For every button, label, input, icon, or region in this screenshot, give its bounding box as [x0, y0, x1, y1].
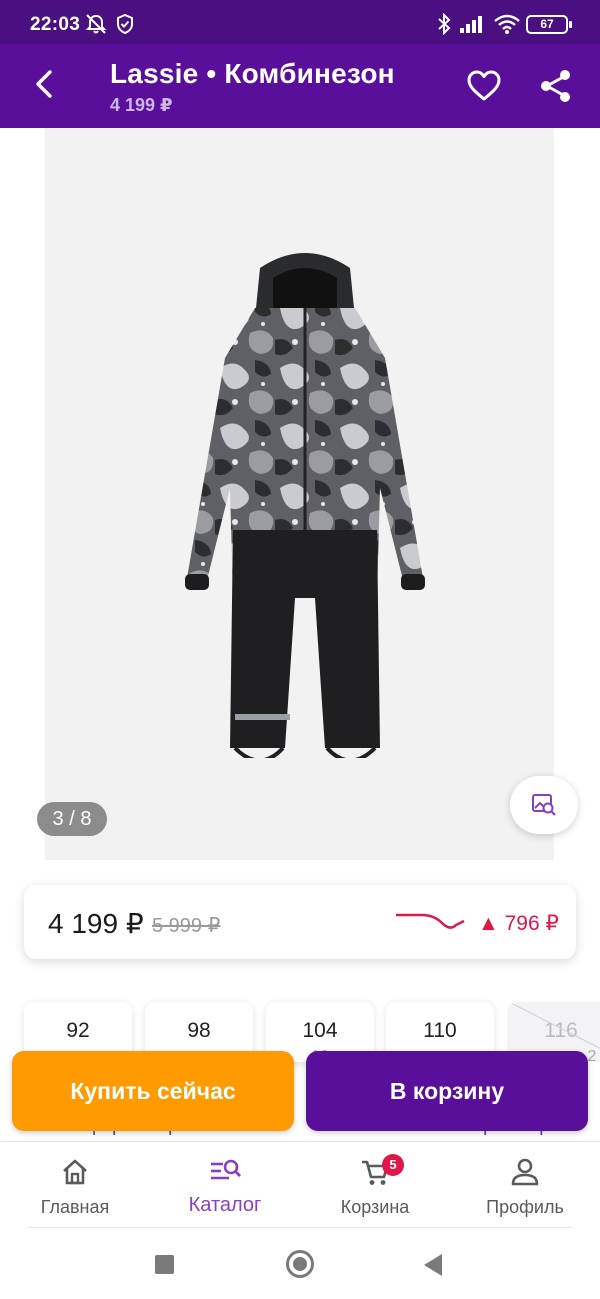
signal-icon: [460, 16, 482, 33]
size-label: 98: [187, 1019, 211, 1042]
status-bar: 22:03 67: [0, 0, 600, 44]
bluetooth-icon: [438, 13, 451, 35]
shield-icon: [117, 13, 133, 35]
nav-item-label: Главная: [40, 1197, 110, 1217]
product-image-gallery[interactable]: 3 / 8: [37, 128, 578, 860]
price-change: ▲ 796 ₽: [478, 912, 559, 935]
profile-icon: [511, 1158, 539, 1186]
nav-item-label: Каталог: [188, 1194, 262, 1216]
mute-icon: [85, 14, 107, 34]
page-title: Lassie • Комбинезон: [110, 58, 395, 89]
product-image-snowsuit: [185, 253, 425, 758]
old-price: 5 999 ₽: [152, 915, 221, 937]
current-price: 4 199 ₽: [48, 908, 144, 939]
nav-item-label: Профиль: [486, 1197, 564, 1217]
share-icon[interactable]: [536, 66, 576, 106]
heart-icon[interactable]: [464, 66, 504, 106]
visual-search-button[interactable]: [510, 776, 578, 834]
price-card[interactable]: 4 199 ₽ 5 999 ₽ ▲ 796 ₽: [24, 885, 576, 959]
image-counter: 3 / 8: [37, 802, 107, 836]
home-icon: [63, 1159, 87, 1185]
nav-item-profile[interactable]: Профиль: [450, 1142, 600, 1230]
price-trend-icon: [396, 913, 465, 929]
add-to-cart-button[interactable]: В корзину: [306, 1051, 588, 1131]
buy-now-button[interactable]: Купить сейчас: [12, 1051, 294, 1131]
nav-item-catalog[interactable]: Каталог: [150, 1142, 300, 1230]
catalog-search-icon: [211, 1159, 241, 1180]
wifi-icon: [494, 14, 520, 34]
nav-item-label: Корзина: [340, 1197, 410, 1217]
status-time: 22:03: [30, 14, 81, 35]
page-subtitle-price: 4 199 ₽: [110, 95, 173, 115]
back-arrow-icon[interactable]: [26, 64, 66, 104]
image-search-icon: [532, 794, 556, 816]
size-label: 92: [66, 1019, 90, 1042]
size-label: 104: [302, 1019, 338, 1042]
home-button-icon[interactable]: [286, 1250, 314, 1278]
divider: [28, 1227, 572, 1228]
size-label: 110: [423, 1019, 457, 1042]
system-navigation-bar: [0, 1229, 600, 1299]
cart-count-badge: 5: [382, 1154, 404, 1176]
nav-item-cart[interactable]: 5 Корзина: [300, 1142, 450, 1230]
system-back-icon[interactable]: [424, 1254, 442, 1276]
app-bar: Lassie • Комбинезон 4 199 ₽: [0, 44, 600, 128]
nav-item-home[interactable]: Главная: [0, 1142, 150, 1230]
battery-icon: 67: [526, 15, 572, 34]
recent-apps-icon[interactable]: [155, 1255, 174, 1274]
bottom-navigation: Главная Каталог 5 Корзина Профиль: [0, 1141, 600, 1229]
size-label: 116: [544, 1019, 578, 1042]
